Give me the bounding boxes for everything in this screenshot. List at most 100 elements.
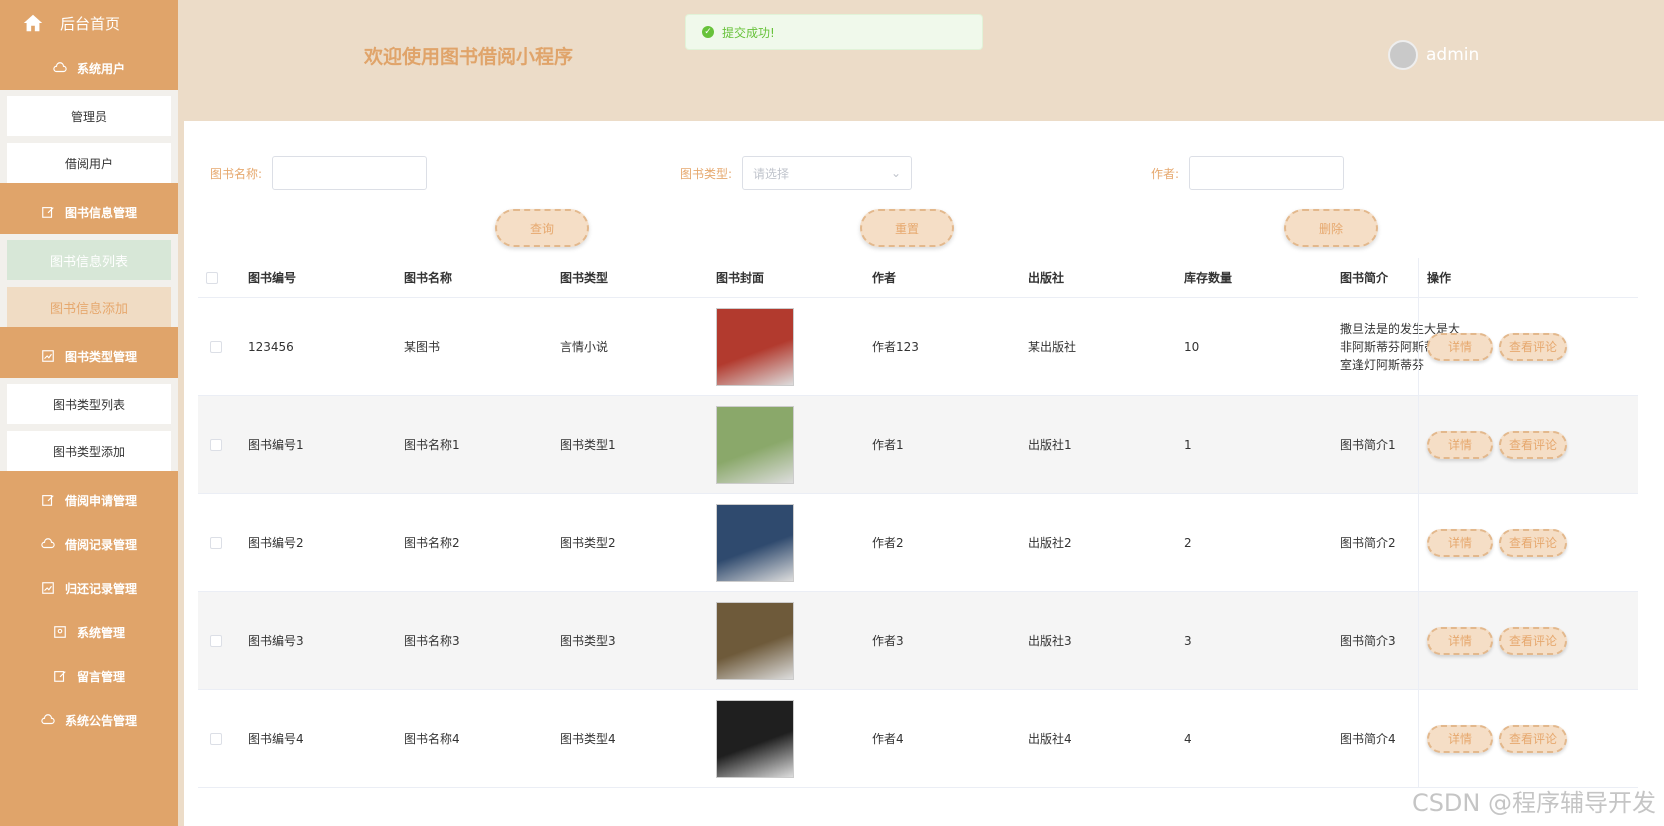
edit-icon xyxy=(54,671,66,682)
menu-book-info[interactable]: 图书信息管理 xyxy=(0,190,178,234)
cloud-icon xyxy=(41,538,55,549)
menu-message-manage[interactable]: 留言管理 xyxy=(0,654,178,698)
sidebar-item-book-add[interactable]: 图书信息添加 xyxy=(7,287,171,327)
table-row: 图书编号4 图书名称4 图书类型4 作者4 出版社4 4 图书简介4 详情 查看… xyxy=(198,690,1638,788)
cell-id: 图书编号4 xyxy=(248,732,304,746)
home-icon xyxy=(23,14,43,32)
view-comments-button[interactable]: 查看评论 xyxy=(1499,626,1567,655)
sidebar-item-borrow-users[interactable]: 借阅用户 xyxy=(7,143,171,183)
cell-author: 作者3 xyxy=(872,634,904,648)
cell-type: 图书类型1 xyxy=(560,438,616,452)
edit-icon xyxy=(42,207,54,218)
sidebar-item-type-list[interactable]: 图书类型列表 xyxy=(7,384,171,424)
menu-return-record[interactable]: 归还记录管理 xyxy=(0,566,178,610)
reset-button[interactable]: 重置 xyxy=(860,209,954,247)
col-header: 图书编号 xyxy=(248,271,297,285)
username: admin xyxy=(1426,45,1480,65)
submenu-book-type: 图书类型列表 图书类型添加 xyxy=(0,378,178,471)
home-link[interactable]: 后台首页 xyxy=(0,0,178,46)
book-cover-image xyxy=(716,503,794,582)
menu-label: 系统公告管理 xyxy=(64,713,137,728)
col-header: 图书简介 xyxy=(1340,271,1389,285)
detail-button[interactable]: 详情 xyxy=(1427,626,1493,655)
row-actions: 详情 查看评论 xyxy=(1418,396,1638,493)
cloud-icon xyxy=(41,714,55,725)
cell-stock: 1 xyxy=(1184,437,1192,452)
cell-publisher: 出版社4 xyxy=(1028,732,1072,746)
book-name-input[interactable] xyxy=(272,156,428,190)
book-type-select[interactable]: 请选择 ⌄ xyxy=(742,156,913,190)
col-header-ops: 操作 xyxy=(1418,258,1638,297)
detail-button[interactable]: 详情 xyxy=(1427,528,1493,557)
query-button[interactable]: 查询 xyxy=(495,209,589,247)
watermark: CSDN @程序辅导开发 xyxy=(1411,789,1656,817)
chart-icon xyxy=(42,582,54,594)
cell-publisher: 出版社2 xyxy=(1028,536,1072,550)
select-placeholder: 请选择 xyxy=(753,166,790,181)
col-header: 库存数量 xyxy=(1184,271,1233,285)
menu-label: 系统管理 xyxy=(76,625,125,640)
menu-label: 归还记录管理 xyxy=(64,581,137,596)
cell-name: 图书名称3 xyxy=(404,634,460,648)
menu-label: 系统用户 xyxy=(76,61,125,76)
menu-system-manage[interactable]: 系统管理 xyxy=(0,610,178,654)
sidebar-item-book-list[interactable]: 图书信息列表 xyxy=(7,240,171,280)
row-checkbox[interactable] xyxy=(210,340,222,353)
page-title: 欢迎使用图书借阅小程序 xyxy=(364,46,574,68)
author-input[interactable] xyxy=(1189,156,1345,190)
detail-button[interactable]: 详情 xyxy=(1427,430,1493,459)
submenu-book-info: 图书信息列表 图书信息添加 xyxy=(0,234,178,327)
table-row: 123456 某图书 言情小说 作者123 某出版社 10 撒旦法是的发生大是大… xyxy=(198,298,1638,396)
sidebar-item-admin[interactable]: 管理员 xyxy=(7,96,171,136)
check-icon: ✓ xyxy=(702,26,714,38)
cell-intro: 图书简介4 xyxy=(1340,732,1396,746)
menu-borrow-apply[interactable]: 借阅申请管理 xyxy=(0,478,178,522)
filter-label: 作者: xyxy=(1151,166,1180,181)
sidebar-item-type-add[interactable]: 图书类型添加 xyxy=(7,431,171,471)
menu-system-users[interactable]: 系统用户 xyxy=(0,46,178,90)
cell-type: 图书类型2 xyxy=(560,536,616,550)
row-checkbox[interactable] xyxy=(210,732,222,745)
view-comments-button[interactable]: 查看评论 xyxy=(1499,332,1567,361)
detail-button[interactable]: 详情 xyxy=(1427,332,1493,361)
cell-name: 某图书 xyxy=(404,340,441,354)
delete-button[interactable]: 删除 xyxy=(1284,209,1378,247)
cell-id: 123456 xyxy=(248,339,294,354)
content-panel: 图书名称: 图书类型: 请选择 ⌄ 作者: 查询 重置 删除 图书编号 图书名称… xyxy=(184,121,1664,826)
cell-publisher: 出版社1 xyxy=(1028,438,1072,452)
filter-label: 图书名称: xyxy=(210,166,263,181)
book-cover-image xyxy=(716,699,794,778)
cell-name: 图书名称4 xyxy=(404,732,460,746)
row-checkbox[interactable] xyxy=(210,438,222,451)
menu-borrow-record[interactable]: 借阅记录管理 xyxy=(0,522,178,566)
cloud-icon xyxy=(53,62,67,73)
filter-author: 作者: xyxy=(1151,156,1345,190)
cell-name: 图书名称1 xyxy=(404,438,460,452)
table-row: 图书编号3 图书名称3 图书类型3 作者3 出版社3 3 图书简介3 详情 查看… xyxy=(198,592,1638,690)
view-comments-button[interactable]: 查看评论 xyxy=(1499,430,1567,459)
menu-label: 借阅申请管理 xyxy=(64,493,137,508)
menu-notice-manage[interactable]: 系统公告管理 xyxy=(0,698,178,742)
menu-book-type[interactable]: 图书类型管理 xyxy=(0,334,178,378)
user-menu[interactable]: admin xyxy=(1388,40,1479,70)
book-cover-image xyxy=(716,601,794,680)
cell-author: 作者2 xyxy=(872,536,904,550)
cell-type: 图书类型3 xyxy=(560,634,616,648)
edit-icon xyxy=(42,495,54,506)
cell-stock: 10 xyxy=(1184,339,1200,354)
col-header: 图书封面 xyxy=(716,271,765,285)
col-header: 图书名称 xyxy=(404,271,453,285)
view-comments-button[interactable]: 查看评论 xyxy=(1499,724,1567,753)
view-comments-button[interactable]: 查看评论 xyxy=(1499,528,1567,557)
col-header: 操作 xyxy=(1427,271,1452,285)
filter-label: 图书类型: xyxy=(680,166,733,181)
cell-intro: 图书简介3 xyxy=(1340,634,1396,648)
row-checkbox[interactable] xyxy=(210,634,222,647)
col-header: 图书类型 xyxy=(560,271,609,285)
select-all-checkbox[interactable] xyxy=(206,271,218,284)
row-actions: 详情 查看评论 xyxy=(1418,592,1638,689)
row-checkbox[interactable] xyxy=(210,536,222,549)
detail-button[interactable]: 详情 xyxy=(1427,724,1493,753)
success-toast: ✓ 提交成功! xyxy=(685,14,983,50)
toast-message: 提交成功! xyxy=(722,25,775,40)
